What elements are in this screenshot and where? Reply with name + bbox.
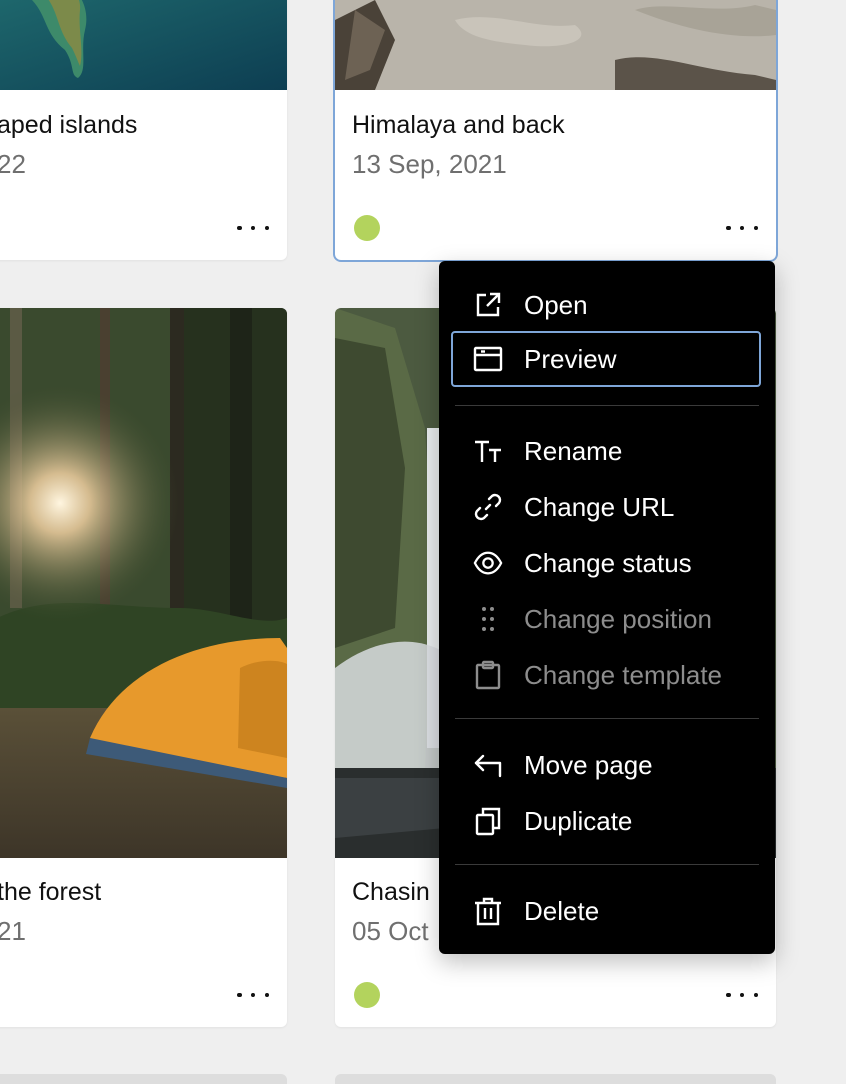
menu-item-label: Change template	[524, 659, 723, 690]
menu-item-label: Change position	[524, 603, 712, 634]
menu-item-preview[interactable]: Preview	[451, 331, 761, 387]
dot-icon	[739, 992, 745, 998]
dot-icon	[250, 992, 256, 998]
card-date: 05 Oct	[352, 916, 429, 946]
card-image	[0, 0, 287, 90]
page-card-partial[interactable]	[335, 1074, 776, 1084]
menu-item-change-template[interactable]: Change template	[451, 647, 761, 703]
more-options-button[interactable]	[237, 218, 269, 238]
menu-item-label: Preview	[524, 343, 617, 374]
card-date: 13 Sep, 2021	[352, 149, 507, 179]
status-indicator	[354, 982, 380, 1008]
eye-icon	[473, 548, 503, 578]
menu-item-open[interactable]: Open	[451, 277, 761, 333]
dot-icon	[250, 225, 256, 231]
arrow-back-icon	[473, 750, 503, 780]
forest-tent-image	[0, 308, 287, 858]
card-title: Chasin	[352, 878, 430, 906]
dot-icon	[264, 225, 269, 231]
window-icon	[473, 344, 503, 374]
open-external-icon	[473, 290, 503, 320]
card-image	[0, 308, 287, 858]
page-options-menu: Open Preview Rename Change URL Change st…	[439, 261, 775, 954]
menu-item-change-position[interactable]: Change position	[451, 591, 761, 647]
page-card[interactable]: the forest 21	[0, 308, 287, 1027]
card-title: the forest	[0, 878, 102, 906]
dot-icon	[237, 225, 242, 231]
dot-icon	[726, 225, 731, 231]
card-date: 22	[0, 149, 26, 179]
dot-icon	[237, 992, 242, 998]
menu-item-label: Rename	[524, 435, 623, 466]
dot-icon	[753, 992, 758, 998]
link-icon	[473, 492, 503, 522]
trash-icon	[473, 896, 503, 926]
title-icon	[473, 436, 503, 466]
menu-item-change-url[interactable]: Change URL	[451, 479, 761, 535]
card-title: aped islands	[0, 111, 138, 139]
dot-icon	[739, 225, 745, 231]
island-aerial-image	[0, 0, 287, 90]
menu-item-rename[interactable]: Rename	[451, 423, 761, 479]
page-card-selected[interactable]: Himalaya and back 13 Sep, 2021	[335, 0, 776, 260]
more-options-button[interactable]	[237, 985, 269, 1005]
menu-item-delete[interactable]: Delete	[451, 883, 761, 939]
more-options-button[interactable]	[726, 985, 758, 1005]
menu-item-label: Move page	[524, 749, 653, 780]
menu-separator	[455, 405, 759, 406]
more-options-button[interactable]	[726, 218, 758, 238]
dot-icon	[753, 225, 758, 231]
dot-icon	[264, 992, 269, 998]
dot-icon	[726, 992, 731, 998]
menu-separator	[455, 864, 759, 865]
page-card-partial[interactable]	[0, 1074, 287, 1084]
menu-item-label: Duplicate	[524, 805, 633, 836]
card-title: Himalaya and back	[352, 111, 565, 139]
mountain-rock-image	[335, 0, 776, 90]
menu-item-duplicate[interactable]: Duplicate	[451, 793, 761, 849]
copy-icon	[473, 806, 503, 836]
menu-item-label: Open	[524, 289, 588, 320]
page-card[interactable]: aped islands 22	[0, 0, 287, 260]
drag-handle-icon	[473, 604, 503, 634]
card-date: 21	[0, 916, 26, 946]
menu-item-move-page[interactable]: Move page	[451, 737, 761, 793]
menu-item-label: Change URL	[524, 491, 675, 522]
menu-item-change-status[interactable]: Change status	[451, 535, 761, 591]
menu-item-label: Delete	[524, 895, 600, 926]
clipboard-icon	[473, 660, 503, 690]
status-indicator	[354, 215, 380, 241]
menu-separator	[455, 718, 759, 719]
menu-item-label: Change status	[524, 547, 692, 578]
card-image	[335, 0, 776, 90]
